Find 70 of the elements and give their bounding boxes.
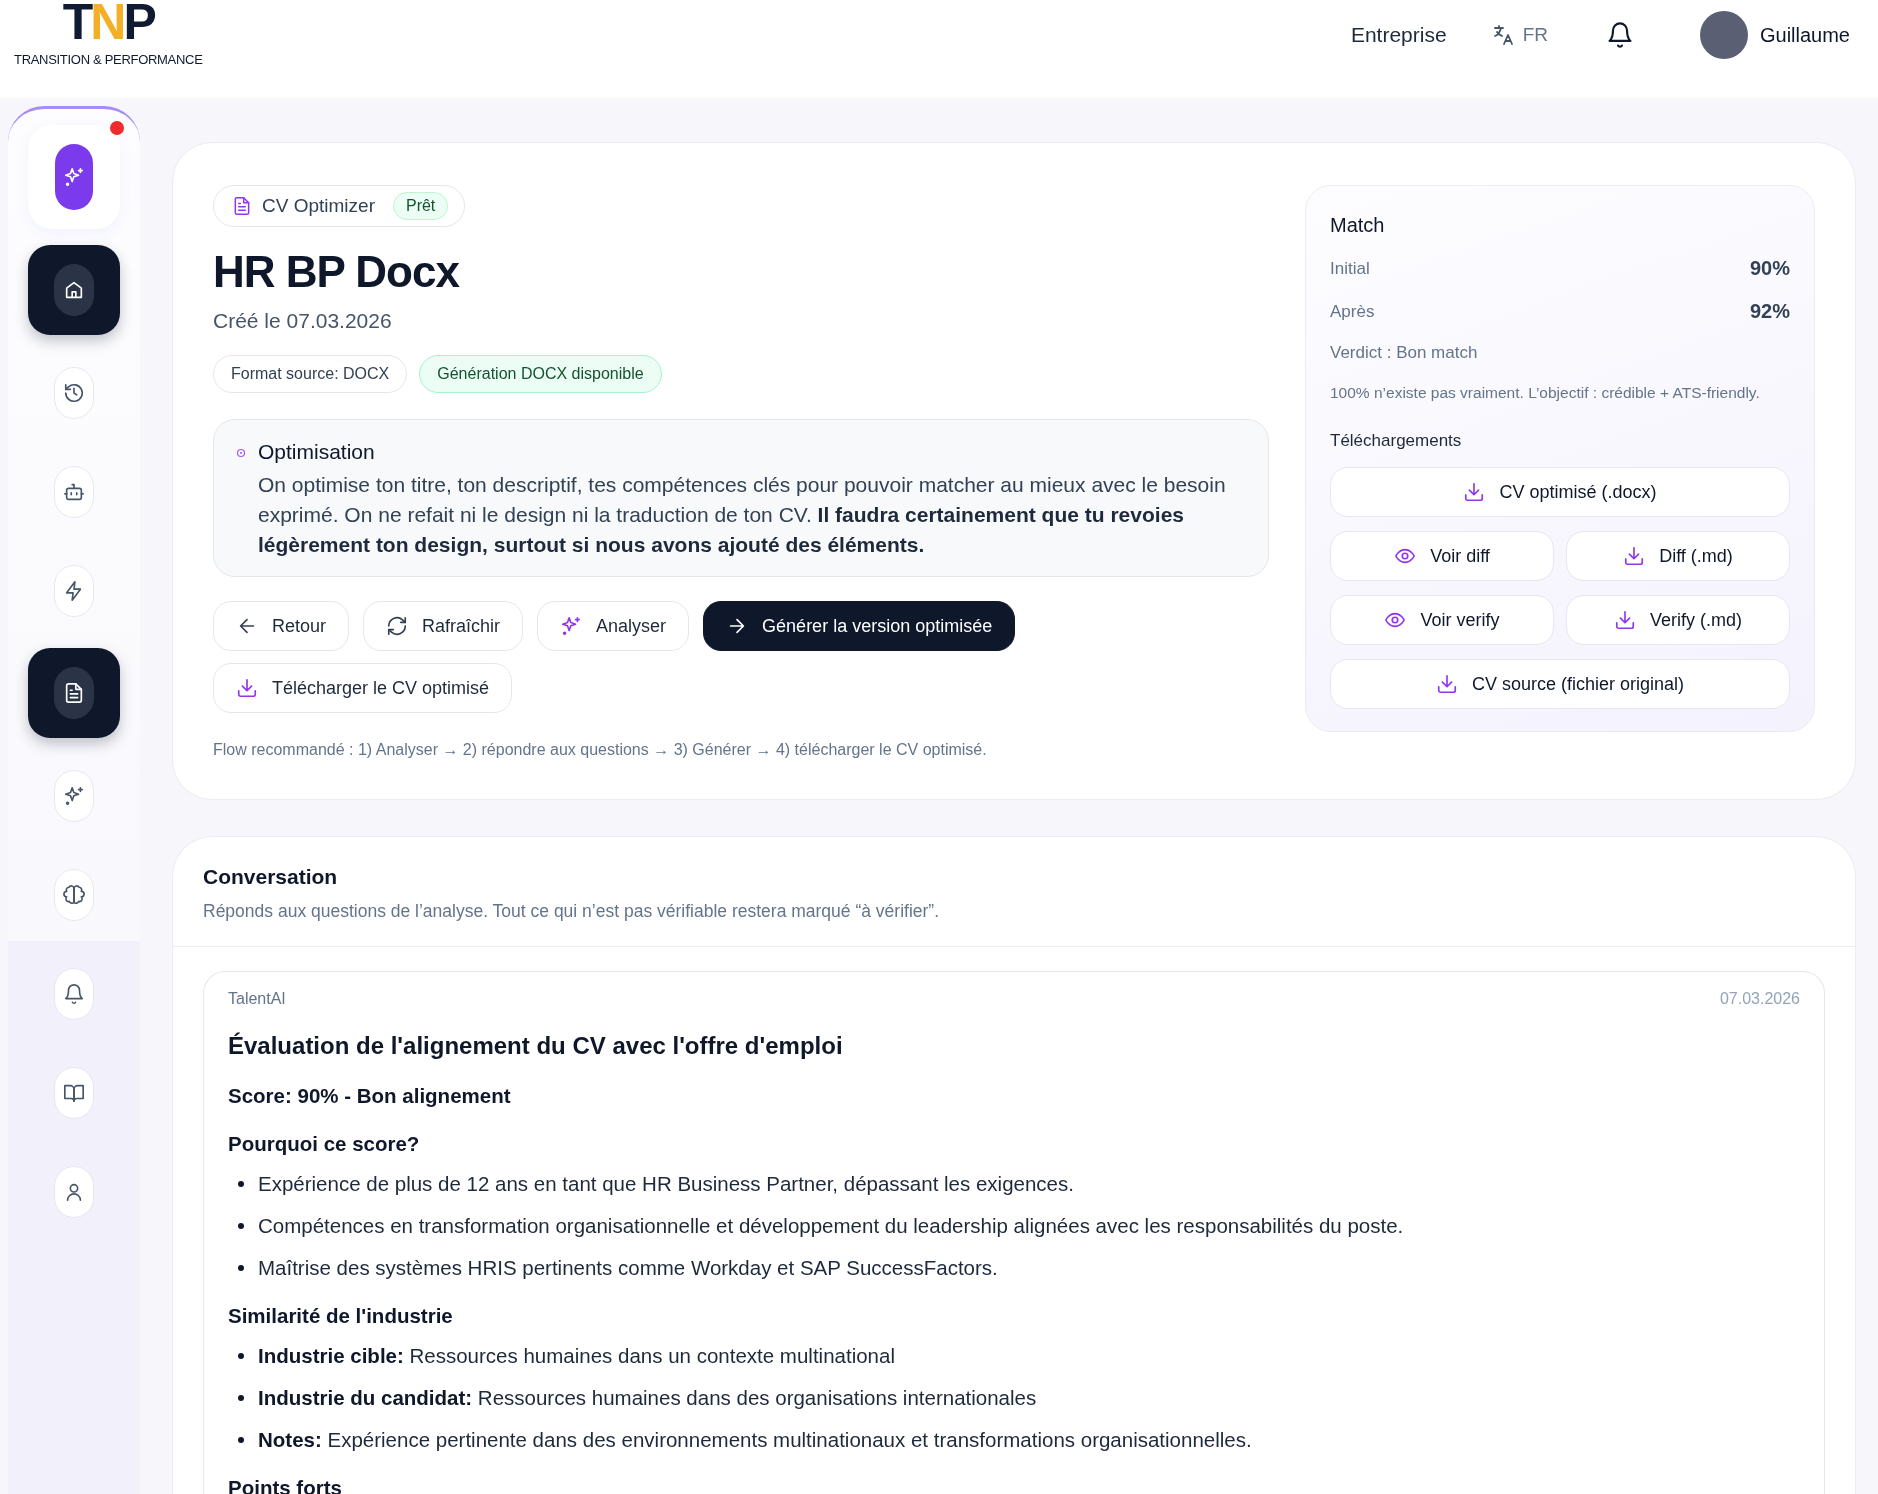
company-logo[interactable]: TNP TRANSITION & PERFORMANCE xyxy=(14,0,203,67)
bell-icon xyxy=(63,982,85,1005)
bullet-icon xyxy=(238,1223,244,1229)
brain-icon xyxy=(63,883,85,906)
download-button[interactable]: Verify (.md) xyxy=(1566,595,1790,645)
action-button[interactable]: Rafraîchir xyxy=(363,601,524,651)
verdict-text: Verdict : Bon match xyxy=(1330,343,1479,363)
status-badge: Prêt xyxy=(392,192,449,220)
download-icon xyxy=(1463,481,1486,503)
list-item: Notes: Expérience pertinente dans des environnements multinationaux et transformations organisationnelles. xyxy=(258,1428,1252,1452)
info-text: On optimise ton titre, ton descriptif, tes compétences clés pour pouvoir matcher au mieux avec le besoin exprimé. On ne refait ni le design ni la traduction de ton CV. Il faudra certainement que tu revoies légèrement ton design, surtout si nous avons ajouté des éléments. xyxy=(258,472,1227,558)
score-label: Initial xyxy=(1330,258,1370,279)
sparkles-icon xyxy=(63,784,85,807)
message-heading: Évaluation de l'alignement du CV avec l'offre d'emploi xyxy=(228,1032,844,1060)
conversation-subtitle: Réponds aux questions de l’analyse. Tout ce qui n’est pas vérifiable restera marqué “à vérifier”. xyxy=(203,901,941,922)
download-icon xyxy=(1435,673,1458,695)
download-icon xyxy=(1623,545,1646,567)
tag: Génération DOCX disponible xyxy=(419,355,662,393)
action-button[interactable]: Générer la version optimisée xyxy=(703,601,1016,651)
list-item: Maîtrise des systèmes HRIS pertinents comme Workday et SAP SuccessFactors. xyxy=(258,1256,998,1280)
action-button[interactable]: Analyser xyxy=(537,601,690,651)
sidebar-item[interactable] xyxy=(54,667,94,719)
match-title: Match xyxy=(1330,214,1386,237)
action-button[interactable]: Retour xyxy=(213,601,350,651)
info-dot-icon xyxy=(236,448,246,458)
message-section-heading: Pourquoi ce score? xyxy=(228,1132,421,1156)
document-icon xyxy=(232,196,252,216)
avatar xyxy=(1699,11,1748,59)
entreprise-link[interactable]: Entreprise xyxy=(1350,23,1447,47)
info-title: Optimisation xyxy=(258,440,376,464)
tool-name: CV Optimizer xyxy=(262,195,375,217)
refresh-icon xyxy=(386,615,409,637)
list-item: Industrie cible: Ressources humaines dans un contexte multinational xyxy=(258,1344,895,1368)
downloads-title: Téléchargements xyxy=(1330,431,1463,451)
sparkles-icon xyxy=(63,166,85,188)
sidebar-item[interactable] xyxy=(54,264,94,316)
download-button[interactable]: CV optimisé (.docx) xyxy=(1330,467,1790,517)
created-date: Créé le 07.03.2026 xyxy=(213,309,392,333)
document-icon xyxy=(63,682,85,704)
list-item: Compétences en transformation organisationnelle et développement du leadership alignées avec les responsabilités du poste. xyxy=(258,1214,1404,1238)
match-note: 100% n’existe pas vraiment. L’objectif : crédible + ATS-friendly. xyxy=(1330,383,1761,403)
download-icon xyxy=(1614,609,1636,631)
message-date: 07.03.2026 xyxy=(1719,990,1800,1008)
list-item: Industrie du candidat: Ressources humaines dans des organisations internationales xyxy=(258,1386,1037,1410)
home-icon xyxy=(63,279,85,301)
flow-hint: Flow recommandé : 1) Analyser → 2) répondre aux questions → 3) Générer → 4) télécharger le CV optimisé. xyxy=(213,741,987,759)
message-section-heading: Similarité de l'industrie xyxy=(228,1304,454,1328)
download-icon xyxy=(236,677,258,699)
score-value: 92% xyxy=(1749,300,1790,323)
bullet-icon xyxy=(238,1353,244,1359)
history-icon xyxy=(63,381,85,404)
language-switcher[interactable]: FR xyxy=(1484,22,1554,48)
message-subheading: Score: 90% - Bon alignement xyxy=(228,1084,512,1108)
bullet-icon xyxy=(238,1395,244,1401)
bullet-icon xyxy=(238,1265,244,1271)
score-value: 90% xyxy=(1749,257,1790,280)
document-title: HR BP Docx xyxy=(213,247,459,297)
sparkles-icon xyxy=(560,615,583,637)
user-menu[interactable]: Guillaume xyxy=(1693,10,1856,60)
score-label: Après xyxy=(1330,301,1375,322)
bullet-icon xyxy=(238,1181,244,1187)
download-button[interactable]: CV source (fichier original) xyxy=(1330,659,1790,709)
action-button[interactable]: Télécharger le CV optimisé xyxy=(213,663,513,713)
list-item: Expérience de plus de 12 ans en tant que HR Business Partner, dépassant les exigences. xyxy=(258,1172,1074,1196)
conversation-title: Conversation xyxy=(203,865,339,889)
bullet-icon xyxy=(238,1437,244,1443)
download-button[interactable]: Diff (.md) xyxy=(1566,531,1790,581)
download-button[interactable]: Voir verify xyxy=(1330,595,1554,645)
download-button[interactable]: Voir diff xyxy=(1330,531,1554,581)
message-author: TalentAI xyxy=(228,990,286,1008)
